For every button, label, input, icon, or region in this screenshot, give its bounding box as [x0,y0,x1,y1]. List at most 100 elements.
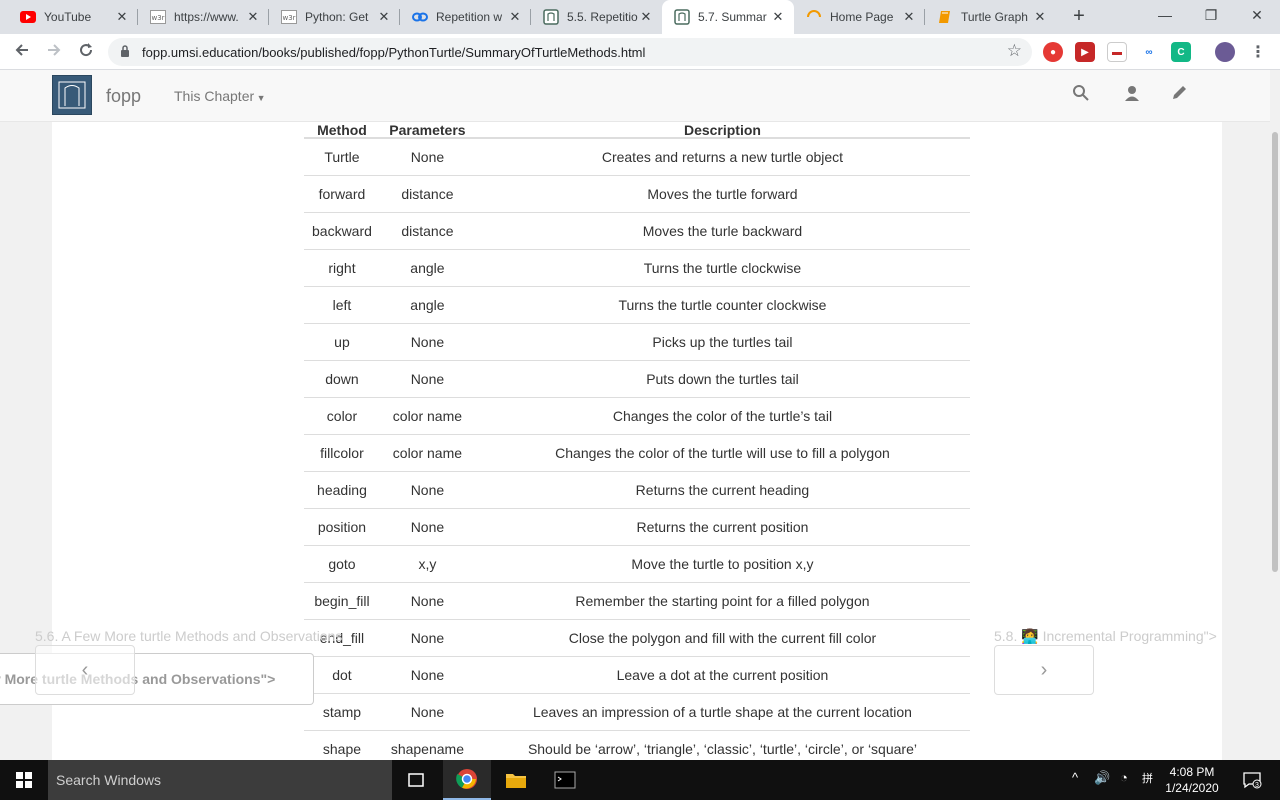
back-button[interactable] [10,40,34,64]
reload-icon [80,43,93,57]
description-cell: Should be ‘arrow’, ‘triangle’, ‘classic’… [474,729,970,760]
wifi-icon[interactable]: ◔ [1120,770,1128,785]
close-icon[interactable]: ✕ [901,9,917,25]
parameters-cell: None [379,692,475,730]
close-icon[interactable]: ✕ [638,9,654,25]
pencil-icon[interactable] [1170,84,1190,104]
profile-avatar[interactable] [1215,42,1235,62]
grammarly-extension-icon[interactable]: C [1171,42,1191,62]
close-icon[interactable]: ✕ [770,9,786,25]
parameters-cell: color name [379,433,475,471]
start-button[interactable] [0,760,48,800]
notification-count: 3 [1255,782,1259,789]
table-row: color color name Changes the color of the … [304,396,970,434]
table-row: heading None Returns the current heading [304,470,970,508]
close-icon[interactable]: ✕ [114,9,130,25]
description-cell: Returns the current position [474,507,970,545]
video-extension-icon[interactable]: ▶ [1075,42,1095,62]
tab-turtle-graphics[interactable]: Turtle Graph ✕ [925,0,1056,34]
close-icon[interactable]: ✕ [507,9,523,25]
clock-time: 4:08 PM [1169,765,1215,779]
chevron-up-icon[interactable]: ^ [1072,770,1078,785]
minimize-button[interactable]: — [1142,0,1188,30]
web-page: Method Parameters Description Turtle None… [0,70,1270,760]
adblock-extension-icon[interactable]: ● [1043,42,1063,62]
close-icon[interactable]: ✕ [1032,9,1048,25]
description-cell: Turns the turtle clockwise [474,248,970,286]
runestone-icon [674,9,690,25]
method-cell: down [304,359,380,397]
method-cell: stamp [304,692,380,730]
tab-w3schools-2[interactable]: w3r Python: Get ✕ [269,0,400,34]
description-cell: Leaves an impression of a turtle shape a… [474,692,970,730]
description-cell: Picks up the turtles tail [474,322,970,360]
address-bar[interactable]: fopp.umsi.education/books/published/fopp… [108,38,1032,66]
clock-date: 1/24/2020 [1165,781,1219,795]
method-cell: color [304,396,380,434]
search-placeholder: Search Windows [56,772,162,788]
method-cell: heading [304,470,380,508]
tab-w3schools-1[interactable]: w3r https://www. ✕ [138,0,269,34]
previous-page-button[interactable]: ‹ [35,645,135,695]
restore-button[interactable]: ❐ [1188,0,1234,30]
task-view-icon[interactable] [392,760,440,800]
volume-icon[interactable]: 🔊 [1094,770,1110,786]
next-page-button[interactable]: › [994,645,1094,695]
table-row: dot None Leave a dot at the current positi… [304,655,970,693]
book-icon [937,9,953,25]
method-cell: backward [304,211,380,249]
forward-button[interactable] [42,40,66,64]
taskbar-search[interactable]: Search Windows [48,760,392,800]
chevron-left-icon: ‹ [81,658,89,681]
chrome-menu-icon[interactable]: ⋮ [1248,42,1268,62]
method-cell: goto [304,544,380,582]
tab-runestone-57[interactable]: 5.7. Summar ✕ [662,0,794,34]
taskbar-clock[interactable]: 4:08 PM 1/24/2020 [1160,764,1224,796]
parameters-cell: distance [379,174,475,212]
loading-spinner-icon [806,9,822,25]
notifications-icon[interactable]: 3 [1232,760,1272,800]
tab-title: https://www. [174,10,239,24]
reload-button[interactable] [74,40,98,64]
close-window-button[interactable]: ✕ [1234,0,1280,30]
method-cell: right [304,248,380,286]
bookmark-star-icon[interactable]: ☆ [1007,41,1022,61]
table-row: right angle Turns the turtle clockwise [304,248,970,286]
tab-home-page[interactable]: Home Page ✕ [794,0,925,34]
search-icon[interactable] [1072,84,1092,104]
terminal-icon[interactable] [541,760,589,800]
site-brand[interactable]: fopp [106,86,141,107]
parameters-cell: color name [379,396,475,434]
next-page-link[interactable]: 5.8. 👩‍💻 Incremental Programming"> [994,628,1217,645]
method-cell: shape [304,729,380,760]
previous-page-link[interactable]: 5.6. A Few More turtle Methods and Obser… [35,628,342,644]
tab-title: Home Page [830,10,894,24]
table-row: position None Returns the current position [304,507,970,545]
input-language-icon[interactable]: 拼 [1142,770,1153,786]
method-cell: up [304,322,380,360]
page-scrollbar[interactable] [1270,70,1280,760]
method-cell: dot [304,655,380,693]
close-icon[interactable]: ✕ [376,9,392,25]
tab-youtube[interactable]: YouTube ✕ [8,0,138,34]
this-chapter-dropdown[interactable]: This Chapter ▼ [174,88,266,104]
book-logo[interactable] [52,75,92,115]
description-cell: Turns the turtle counter clockwise [474,285,970,323]
tab-repetition[interactable]: Repetition w ✕ [400,0,531,34]
tab-runestone-55[interactable]: 5.5. Repetitio ✕ [531,0,662,34]
new-tab-button[interactable]: + [1068,6,1090,28]
parameters-cell: None [379,137,475,175]
parameters-cell: None [379,359,475,397]
screen-capture-extension-icon[interactable]: ▬ [1107,42,1127,62]
chrome-taskbar-icon[interactable] [443,760,491,800]
parameters-cell: None [379,655,475,693]
scrollbar-thumb[interactable] [1272,132,1278,572]
file-explorer-icon[interactable] [492,760,540,800]
close-icon[interactable]: ✕ [245,9,261,25]
loop-extension-icon[interactable]: ∞ [1139,42,1159,62]
method-cell: fillcolor [304,433,380,471]
youtube-icon [20,9,36,25]
user-icon[interactable] [1123,84,1143,104]
w3schools-icon: w3r [150,9,166,25]
description-cell: Moves the turle backward [474,211,970,249]
